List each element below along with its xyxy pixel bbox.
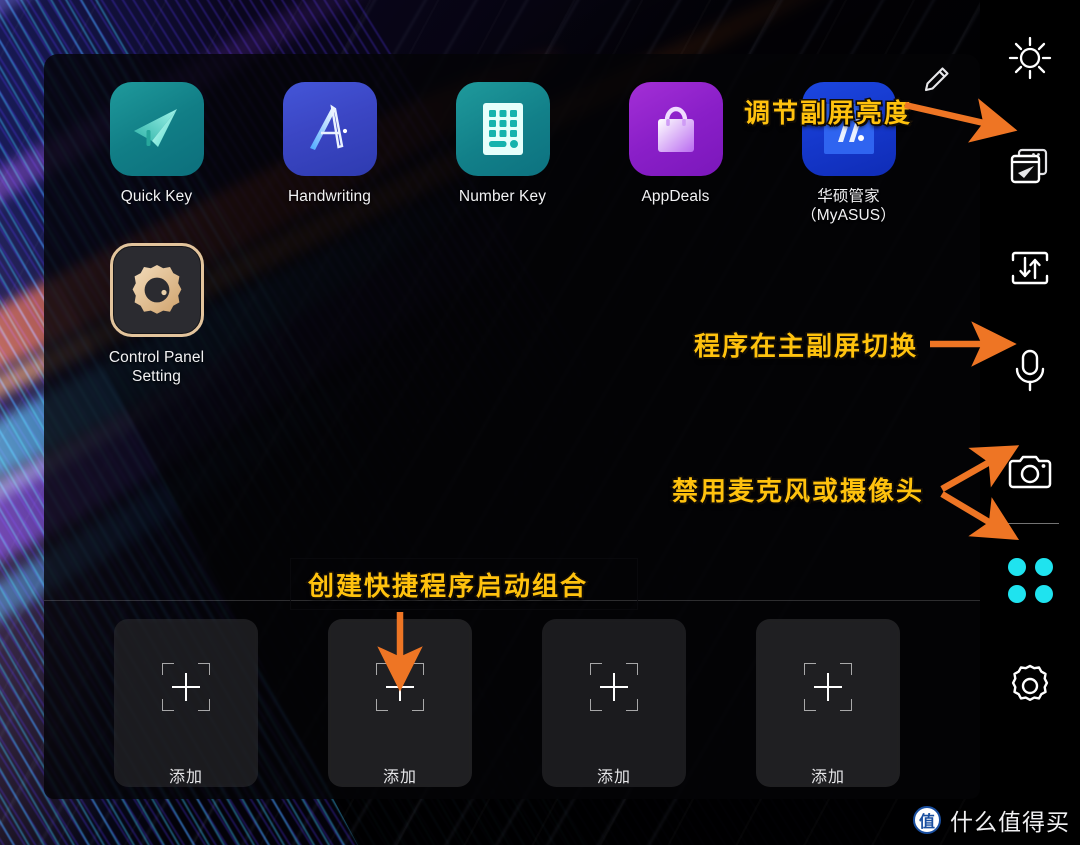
- app-tile-number-key[interactable]: Number Key: [416, 74, 589, 225]
- add-tile-label: 添加: [810, 769, 845, 786]
- app-label: Number Key: [458, 188, 547, 205]
- four-dots-icon: [1007, 557, 1053, 603]
- app-label: Handwriting: [288, 188, 371, 205]
- add-plus-icon: [162, 663, 210, 711]
- screenshot-root: Quick Key Handwriting Number Key AppDeal…: [0, 0, 1080, 845]
- add-tile-label: 添加: [168, 769, 203, 786]
- sidebar-item-settings[interactable]: [980, 636, 1080, 736]
- add-shortcut-tile[interactable]: 添加: [328, 619, 472, 787]
- microphone-icon: [1015, 349, 1045, 392]
- add-plus-icon: [376, 663, 424, 711]
- add-plus-icon: [590, 663, 638, 711]
- annotation-mic-camera: 禁用麦克风或摄像头: [670, 474, 925, 507]
- watermark-logo: 值: [913, 806, 941, 834]
- add-tile-label: 添加: [382, 769, 417, 786]
- pencil-icon[interactable]: [918, 62, 954, 98]
- camera-icon: [1008, 455, 1052, 489]
- sidebar-item-screen-swap[interactable]: [980, 217, 1080, 319]
- gear-icon: [1011, 664, 1049, 701]
- right-sidebar: [980, 0, 1080, 845]
- watermark: 值 什么值得买: [913, 803, 1070, 837]
- app-tile-handwriting[interactable]: Handwriting: [243, 74, 416, 225]
- sun-brightness-icon: [1008, 36, 1052, 79]
- app-tile-appdeals[interactable]: AppDeals: [589, 74, 762, 225]
- sidebar-item-microphone[interactable]: [980, 319, 1080, 421]
- stylus-a-icon: [282, 82, 377, 176]
- app-label: Control Panel Setting: [108, 349, 205, 385]
- annotation-screen-swap: 程序在主副屏切换: [692, 329, 919, 362]
- screen-swap-arrows-icon: [1011, 251, 1049, 285]
- numpad-icon: [455, 82, 550, 176]
- annotation-shortcut: 创建快捷程序启动组合: [306, 569, 589, 602]
- add-plus-icon: [804, 663, 852, 711]
- sidebar-item-window-send[interactable]: [980, 115, 1080, 217]
- screenpad-launcher-panel: Quick Key Handwriting Number Key AppDeal…: [44, 54, 980, 799]
- add-shortcut-tile[interactable]: 添加: [542, 619, 686, 787]
- add-shortcut-tile[interactable]: 添加: [114, 619, 258, 787]
- app-tile-quick-key[interactable]: Quick Key: [70, 74, 243, 225]
- watermark-text: 什么值得买: [950, 809, 1070, 835]
- app-tile-control-panel-setting[interactable]: Control Panel Setting: [70, 235, 243, 386]
- sidebar-item-brightness[interactable]: [980, 0, 1080, 115]
- gear-eye-icon: [109, 243, 204, 337]
- app-label: 华硕管家 （MyASUS）: [801, 188, 896, 224]
- shortcut-group-row: 添加 添加 添加 添加: [114, 619, 900, 787]
- add-shortcut-tile[interactable]: 添加: [756, 619, 900, 787]
- app-label: Quick Key: [120, 188, 193, 205]
- add-tile-label: 添加: [596, 769, 631, 786]
- sidebar-item-app-launcher[interactable]: [980, 524, 1080, 636]
- shopping-bag-icon: [628, 82, 723, 176]
- sidebar-item-camera[interactable]: [980, 421, 1080, 523]
- window-send-icon: [1010, 148, 1048, 184]
- app-label: AppDeals: [641, 188, 710, 205]
- annotation-brightness: 调节副屏亮度: [742, 96, 913, 129]
- paper-plane-icon: [109, 82, 204, 176]
